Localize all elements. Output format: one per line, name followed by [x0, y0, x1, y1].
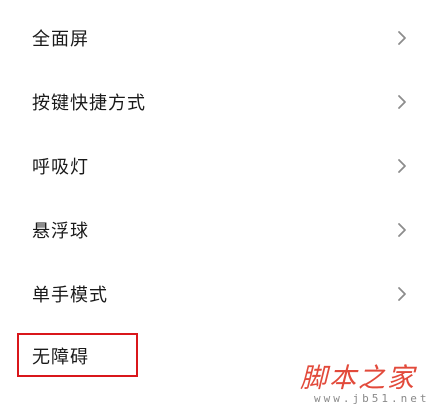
watermark-logo-text: 脚本之家: [300, 363, 416, 394]
settings-item-breathing-light[interactable]: 呼吸灯: [0, 134, 435, 198]
settings-item-label: 呼吸灯: [32, 157, 89, 178]
highlight-annotation-box: [17, 333, 138, 377]
site-watermark: 脚本之家 www.jb51.net: [298, 356, 428, 408]
settings-item-button-shortcuts[interactable]: 按键快捷方式: [0, 70, 435, 134]
settings-item-one-handed-mode[interactable]: 单手模式: [0, 262, 435, 326]
settings-item-floating-ball[interactable]: 悬浮球: [0, 198, 435, 262]
chevron-right-icon: [398, 287, 406, 301]
settings-item-full-screen[interactable]: 全面屏: [0, 6, 435, 70]
chevron-right-icon: [398, 223, 406, 237]
chevron-right-icon: [398, 159, 406, 173]
settings-item-label: 悬浮球: [32, 221, 89, 242]
chevron-right-icon: [398, 31, 406, 45]
chevron-right-icon: [398, 95, 406, 109]
watermark-url: www.jb51.net: [314, 392, 430, 405]
settings-item-label: 全面屏: [32, 29, 89, 50]
settings-item-label: 单手模式: [32, 285, 108, 306]
settings-item-label: 按键快捷方式: [32, 93, 146, 114]
settings-page: 全面屏 按键快捷方式 呼吸灯 悬浮球 单手模式 无障碍 脚本之家 www.jb5…: [0, 0, 435, 411]
